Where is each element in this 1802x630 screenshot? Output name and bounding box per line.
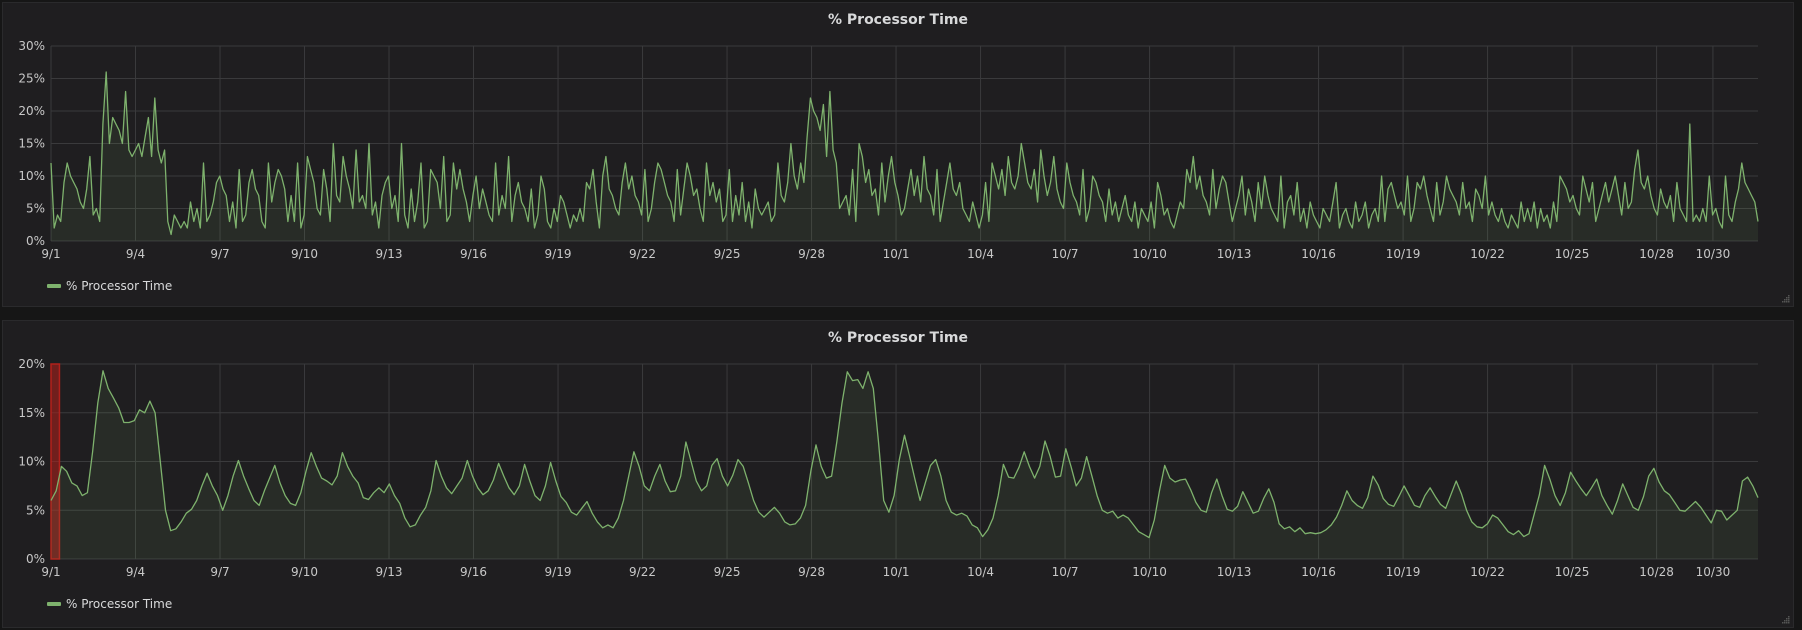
x-tick-label: 10/10 xyxy=(1132,565,1167,579)
x-tick-label: 9/7 xyxy=(210,565,229,579)
y-tick-label: 20% xyxy=(18,357,45,371)
x-tick-label: 9/7 xyxy=(210,247,229,261)
x-tick-label: 10/10 xyxy=(1132,247,1167,261)
x-tick-label: 10/16 xyxy=(1301,565,1336,579)
y-tick-label: 30% xyxy=(18,39,45,53)
x-tick-label: 10/30 xyxy=(1696,565,1731,579)
x-tick-label: 9/10 xyxy=(291,247,318,261)
y-tick-label: 5% xyxy=(26,503,45,517)
x-tick-label: 10/7 xyxy=(1052,247,1079,261)
x-tick-label: 10/7 xyxy=(1052,565,1079,579)
y-tick-label: 5% xyxy=(26,202,45,216)
x-tick-label: 9/16 xyxy=(460,247,487,261)
legend-label[interactable]: % Processor Time xyxy=(66,597,172,611)
x-tick-label: 10/13 xyxy=(1217,565,1252,579)
x-tick-label: 10/22 xyxy=(1470,565,1505,579)
x-tick-label: 9/4 xyxy=(126,565,145,579)
x-tick-label: 9/22 xyxy=(629,247,656,261)
x-tick-label: 9/22 xyxy=(629,565,656,579)
series-area-fill xyxy=(51,370,1758,559)
x-tick-label: 9/1 xyxy=(41,565,60,579)
x-tick-label: 10/28 xyxy=(1639,247,1674,261)
x-tick-label: 9/10 xyxy=(291,565,318,579)
x-tick-label: 10/25 xyxy=(1555,247,1590,261)
x-tick-label: 10/19 xyxy=(1386,565,1421,579)
y-tick-label: 20% xyxy=(18,104,45,118)
legend-label[interactable]: % Processor Time xyxy=(66,279,172,293)
x-tick-label: 10/4 xyxy=(967,565,994,579)
y-tick-label: 15% xyxy=(18,137,45,151)
y-tick-label: 0% xyxy=(26,552,45,566)
x-tick-label: 10/19 xyxy=(1386,247,1421,261)
x-tick-label: 9/28 xyxy=(798,247,825,261)
y-tick-label: 25% xyxy=(18,72,45,86)
x-tick-label: 10/25 xyxy=(1555,565,1590,579)
x-tick-label: 9/25 xyxy=(714,247,741,261)
legend-swatch xyxy=(47,284,61,288)
x-tick-label: 9/4 xyxy=(126,247,145,261)
x-tick-label: 9/19 xyxy=(545,565,572,579)
y-tick-label: 15% xyxy=(18,406,45,420)
resize-handle-icon[interactable] xyxy=(1780,293,1790,303)
x-tick-label: 10/22 xyxy=(1470,247,1505,261)
y-tick-label: 10% xyxy=(18,169,45,183)
chart-panel-bottom: % Processor Time 0% 5% 10% 15% 20% 9/1 9/4 9/7 9… xyxy=(2,320,1794,628)
x-tick-label: 10/30 xyxy=(1696,247,1731,261)
resize-handle-icon[interactable] xyxy=(1780,614,1790,624)
chart-panel-top: % Processor Time 0% 5% 10% 15% 20% 25% 30% 9/1 9… xyxy=(2,2,1794,307)
x-tick-label: 9/28 xyxy=(798,565,825,579)
x-tick-label: 10/28 xyxy=(1639,565,1674,579)
chart-svg-bottom[interactable]: 0% 5% 10% 15% 20% 9/1 9/4 9/7 9/10 9/13 9/16 9/19 9/… xyxy=(3,321,1793,591)
chart-svg-top[interactable]: 0% 5% 10% 15% 20% 25% 30% 9/1 9/4 9/7 9/10 9/13 9/16… xyxy=(3,3,1793,273)
x-tick-label: 10/4 xyxy=(967,247,994,261)
x-tick-label: 9/16 xyxy=(460,565,487,579)
legend: % Processor Time xyxy=(47,597,172,611)
x-tick-label: 10/1 xyxy=(883,247,910,261)
x-tick-label: 10/1 xyxy=(883,565,910,579)
legend-swatch xyxy=(47,602,61,606)
x-tick-label: 10/16 xyxy=(1301,247,1336,261)
x-tick-label: 9/25 xyxy=(714,565,741,579)
y-tick-label: 0% xyxy=(26,234,45,248)
x-tick-label: 9/13 xyxy=(376,247,403,261)
legend: % Processor Time xyxy=(47,279,172,293)
x-tick-label: 9/1 xyxy=(41,247,60,261)
y-tick-label: 10% xyxy=(18,455,45,469)
x-tick-label: 9/19 xyxy=(545,247,572,261)
x-tick-label: 10/13 xyxy=(1217,247,1252,261)
x-tick-label: 9/13 xyxy=(376,565,403,579)
